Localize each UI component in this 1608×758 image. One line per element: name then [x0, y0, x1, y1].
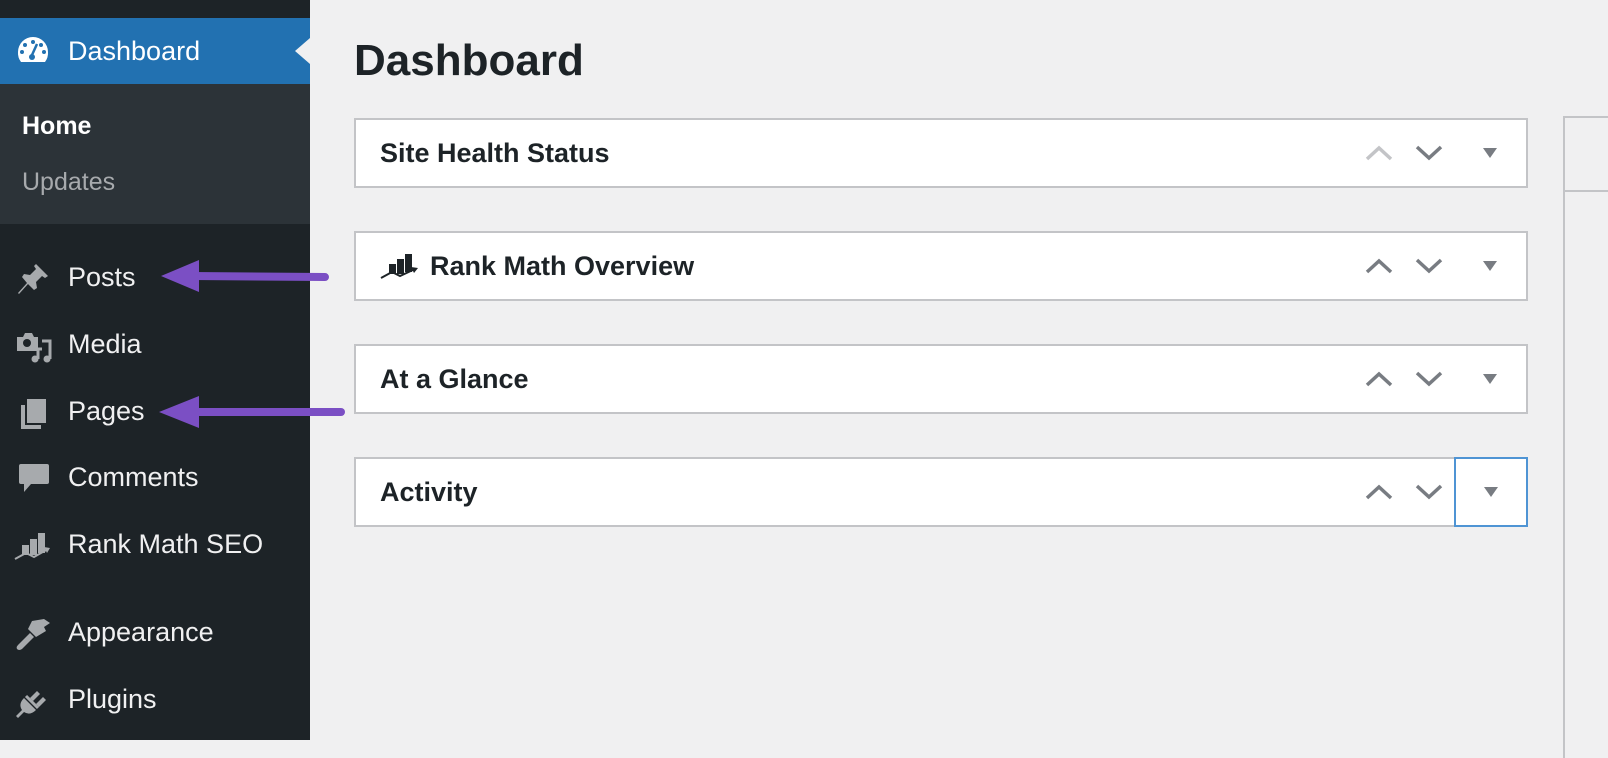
dashboard-gauge-icon — [17, 37, 49, 62]
page-title: Dashboard — [354, 36, 584, 85]
sidebar-item-dashboard[interactable]: Dashboard — [0, 18, 310, 84]
comment-bubble-icon — [19, 464, 49, 492]
sidebar-item-label: Rank Math SEO — [68, 529, 264, 559]
widget-header-divider — [1565, 190, 1608, 192]
dashboard-submenu: Home Updates — [0, 84, 310, 224]
move-down-button[interactable] — [1404, 459, 1454, 525]
sidebar-item-label: Plugins — [68, 684, 157, 714]
chevron-down-icon — [1415, 371, 1443, 387]
main-content: Dashboard Site Health Status Rank Math O… — [310, 0, 1608, 758]
move-up-button[interactable] — [1354, 459, 1404, 525]
move-up-button[interactable] — [1354, 233, 1404, 299]
sidebar-item-appearance[interactable]: Appearance — [0, 603, 310, 663]
sidebar-top-strip — [0, 0, 310, 18]
chevron-up-icon — [1365, 484, 1393, 500]
widget-title: At a Glance — [380, 364, 529, 395]
sidebar-item-media[interactable]: Media — [0, 315, 310, 375]
sidebar-item-rank-math-seo[interactable]: Rank Math SEO — [0, 515, 310, 575]
admin-sidebar: Dashboard Home Updates Posts Media Pages — [0, 0, 310, 740]
current-menu-notch — [295, 38, 310, 64]
widget-site-health-status: Site Health Status — [354, 118, 1528, 188]
toggle-panel-button[interactable] — [1454, 457, 1528, 527]
toggle-panel-button[interactable] — [1454, 233, 1526, 299]
rank-math-icon — [380, 253, 418, 279]
widget-activity: Activity — [354, 457, 1528, 527]
widget-title: Activity — [380, 477, 478, 508]
caret-down-icon — [1483, 148, 1497, 158]
caret-down-icon — [1483, 374, 1497, 384]
chevron-up-icon — [1365, 145, 1393, 161]
toggle-panel-button[interactable] — [1454, 120, 1526, 186]
toggle-panel-button[interactable] — [1454, 346, 1526, 412]
widget-title-text: Activity — [380, 477, 478, 507]
move-down-button[interactable] — [1404, 346, 1454, 412]
rank-math-icon — [14, 533, 50, 560]
chevron-down-icon — [1415, 484, 1443, 500]
move-up-button[interactable] — [1354, 346, 1404, 412]
submenu-item-updates[interactable]: Updates — [22, 168, 115, 197]
move-down-button[interactable] — [1404, 233, 1454, 299]
plug-icon — [16, 691, 46, 718]
widget-rank-math-overview: Rank Math Overview — [354, 231, 1528, 301]
secondary-column-widget — [1563, 116, 1608, 758]
pages-icon — [21, 399, 46, 429]
paintbrush-icon — [16, 619, 50, 650]
widget-title: Site Health Status — [380, 138, 610, 169]
move-down-button[interactable] — [1404, 120, 1454, 186]
sidebar-item-label: Pages — [68, 396, 145, 426]
chevron-down-icon — [1415, 145, 1443, 161]
sidebar-item-label: Appearance — [68, 617, 214, 647]
caret-down-icon — [1484, 487, 1498, 497]
chevron-up-icon — [1365, 258, 1393, 274]
move-up-button[interactable] — [1354, 120, 1404, 186]
sidebar-item-label: Comments — [68, 462, 199, 492]
chevron-down-icon — [1415, 258, 1443, 274]
caret-down-icon — [1483, 261, 1497, 271]
pushpin-icon — [18, 264, 48, 294]
annotation-arrow-pages — [159, 396, 345, 428]
widget-at-a-glance: At a Glance — [354, 344, 1528, 414]
sidebar-item-label: Media — [68, 329, 142, 359]
sidebar-item-plugins[interactable]: Plugins — [0, 670, 310, 730]
sidebar-item-label: Dashboard — [68, 35, 201, 66]
submenu-item-home[interactable]: Home — [22, 112, 91, 141]
sidebar-item-label: Posts — [68, 262, 136, 292]
widget-title-text: Rank Math Overview — [430, 251, 695, 281]
widget-title: Rank Math Overview — [380, 251, 694, 282]
chevron-up-icon — [1365, 371, 1393, 387]
media-icon — [17, 333, 52, 363]
widget-title-text: At a Glance — [380, 364, 529, 394]
annotation-arrow-posts — [161, 260, 329, 292]
sidebar-item-comments[interactable]: Comments — [0, 448, 310, 508]
widget-title-text: Site Health Status — [380, 138, 610, 168]
